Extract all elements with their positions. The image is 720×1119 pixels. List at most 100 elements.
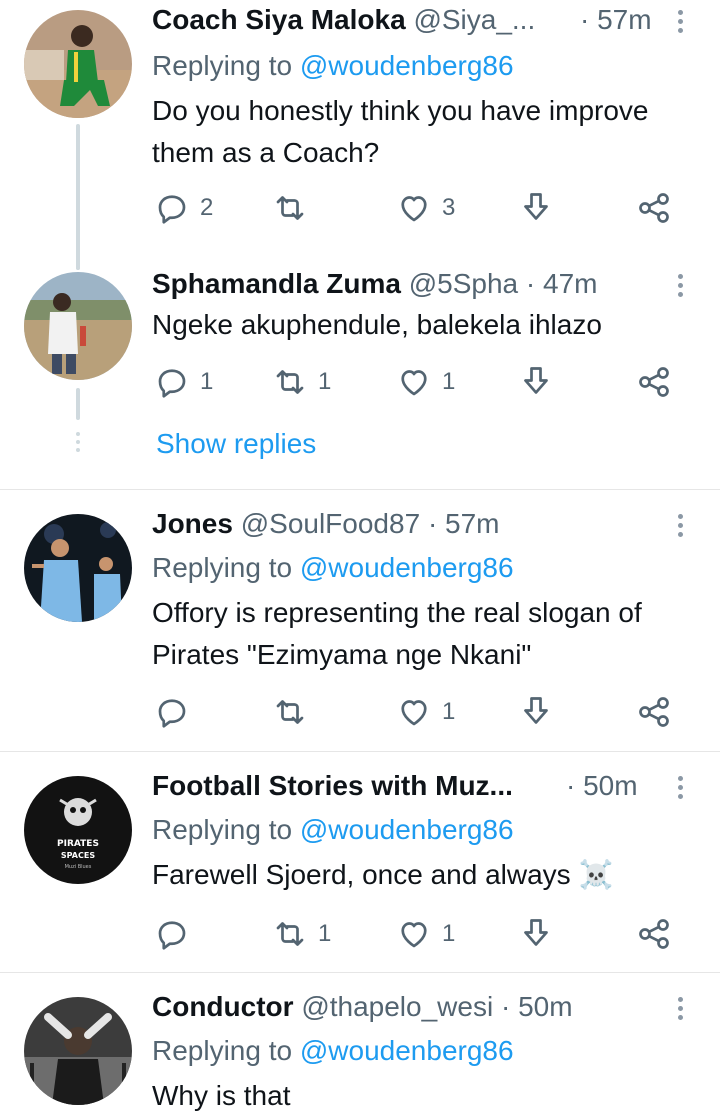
share-button[interactable] xyxy=(636,362,672,402)
tweet-text: Why is that xyxy=(152,1080,291,1111)
tweet-text: Ngeke akuphendule, balekela ihlazo xyxy=(152,309,602,340)
bookmark-button[interactable] xyxy=(518,188,554,228)
more-options-icon[interactable] xyxy=(670,510,690,546)
like-count: 1 xyxy=(442,368,456,395)
like-icon xyxy=(401,922,427,948)
retweet-button[interactable]: 1 xyxy=(272,362,331,402)
avatar-text-pirates: PIRATES xyxy=(57,839,99,849)
author-name[interactable]: Football Stories with Muz... xyxy=(152,770,513,801)
author-name[interactable]: Coach Siya Maloka xyxy=(152,4,406,35)
timestamp[interactable]: · 57m xyxy=(428,508,500,539)
share-button[interactable] xyxy=(636,692,672,732)
tweet-text: Do you honestly think you have improve t… xyxy=(152,95,649,168)
avatar[interactable] xyxy=(24,10,132,118)
timestamp[interactable]: · 50m xyxy=(566,768,638,804)
replying-to-link[interactable]: @woudenberg86 xyxy=(300,814,514,845)
tweet-header: Jones @SoulFood87 · 57m xyxy=(152,506,500,542)
reply-button[interactable]: 2 xyxy=(154,188,213,228)
author-handle[interactable]: @thapelo_wesi xyxy=(301,991,493,1022)
avatar[interactable] xyxy=(24,514,132,622)
retweet-count: 1 xyxy=(318,368,332,395)
share-icon xyxy=(639,193,669,223)
more-options-icon[interactable] xyxy=(670,270,690,306)
like-count: 3 xyxy=(442,194,456,221)
retweet-button[interactable] xyxy=(272,692,318,732)
like-icon xyxy=(401,700,427,726)
tweet-header: Football Stories with Muz... xyxy=(152,768,513,804)
share-icon xyxy=(639,919,669,949)
reply-icon xyxy=(158,699,186,728)
tweet-0[interactable]: Coach Siya Maloka @Siya_... · 57m Replyi… xyxy=(0,0,720,270)
thread-line xyxy=(76,124,80,270)
show-replies-link[interactable]: Show replies xyxy=(156,426,316,462)
replying-to: Replying to @woudenberg86 xyxy=(152,550,514,586)
retweet-icon xyxy=(276,196,304,220)
timestamp[interactable]: · 47m xyxy=(526,268,598,299)
avatar[interactable] xyxy=(24,272,132,380)
reply-icon xyxy=(158,369,186,398)
share-button[interactable] xyxy=(636,188,672,228)
replying-to-link[interactable]: @woudenberg86 xyxy=(300,552,514,583)
like-button[interactable]: 1 xyxy=(396,692,455,732)
share-icon xyxy=(639,367,669,397)
author-name[interactable]: Conductor xyxy=(152,991,294,1022)
more-options-icon[interactable] xyxy=(670,6,690,42)
avatar-image xyxy=(24,272,132,380)
author-handle[interactable]: @5Spha xyxy=(409,268,518,299)
thread-dots xyxy=(75,432,81,456)
retweet-button[interactable]: 1 xyxy=(272,914,331,954)
avatar-text-spaces: SPACES xyxy=(61,851,95,860)
replying-to: Replying to @woudenberg86 xyxy=(152,48,514,84)
more-options-icon[interactable] xyxy=(670,993,690,1029)
reply-button[interactable] xyxy=(154,692,200,732)
action-bar: 2 3 xyxy=(152,188,692,228)
tweet-1[interactable]: Sphamandla Zuma @5Spha · 47m Ngeke akuph… xyxy=(0,262,720,488)
bookmark-button[interactable] xyxy=(518,692,554,732)
reply-button[interactable] xyxy=(154,914,200,954)
action-bar: 1 1 1 xyxy=(152,362,692,402)
reply-icon xyxy=(158,195,186,224)
thread-line xyxy=(76,262,80,270)
reply-icon xyxy=(158,921,186,950)
replying-to-label: Replying to xyxy=(152,50,293,81)
bookmark-icon xyxy=(524,919,548,946)
like-count: 1 xyxy=(442,698,456,725)
like-button[interactable]: 1 xyxy=(396,914,455,954)
bookmark-icon xyxy=(524,193,548,220)
tweet-text: Farewell Sjoerd, once and always ☠️ xyxy=(152,859,614,890)
tweet-2[interactable]: Jones @SoulFood87 · 57m Replying to @wou… xyxy=(0,490,720,750)
author-name[interactable]: Sphamandla Zuma xyxy=(152,268,401,299)
bookmark-button[interactable] xyxy=(518,362,554,402)
timestamp[interactable]: · 57m xyxy=(580,2,652,38)
reply-button[interactable]: 1 xyxy=(154,362,213,402)
bookmark-button[interactable] xyxy=(518,914,554,954)
replying-to: Replying to @woudenberg86 xyxy=(152,812,514,848)
reply-count: 1 xyxy=(200,368,214,395)
more-options-icon[interactable] xyxy=(670,772,690,808)
bookmark-icon xyxy=(524,367,548,394)
replying-to-link[interactable]: @woudenberg86 xyxy=(300,1035,514,1066)
share-button[interactable] xyxy=(636,914,672,954)
tweet-text: Offory is representing the real slogan o… xyxy=(152,597,642,670)
tweet-header: Coach Siya Maloka @Siya_... xyxy=(152,2,535,38)
retweet-button[interactable] xyxy=(272,188,318,228)
author-handle[interactable]: @Siya_... xyxy=(413,4,535,35)
like-icon xyxy=(401,196,427,222)
replying-to-link[interactable]: @woudenberg86 xyxy=(300,50,514,81)
replying-to-label: Replying to xyxy=(152,814,293,845)
like-button[interactable]: 3 xyxy=(396,188,455,228)
tweet-4[interactable]: Conductor @thapelo_wesi · 50m Replying t… xyxy=(0,973,720,1119)
like-button[interactable]: 1 xyxy=(396,362,455,402)
timestamp[interactable]: · 50m xyxy=(501,991,573,1022)
author-handle[interactable]: @SoulFood87 xyxy=(241,508,420,539)
avatar[interactable]: PIRATES SPACES Muzi Blues xyxy=(24,776,132,884)
like-count: 1 xyxy=(442,920,456,947)
tweet-3[interactable]: PIRATES SPACES Muzi Blues Football Stori… xyxy=(0,752,720,972)
avatar[interactable] xyxy=(24,997,132,1105)
retweet-count: 1 xyxy=(318,920,332,947)
action-bar: 1 xyxy=(152,692,692,732)
replying-to-label: Replying to xyxy=(152,1035,293,1066)
thread-line xyxy=(76,388,80,420)
author-name[interactable]: Jones xyxy=(152,508,233,539)
action-bar: 1 1 xyxy=(152,914,692,954)
